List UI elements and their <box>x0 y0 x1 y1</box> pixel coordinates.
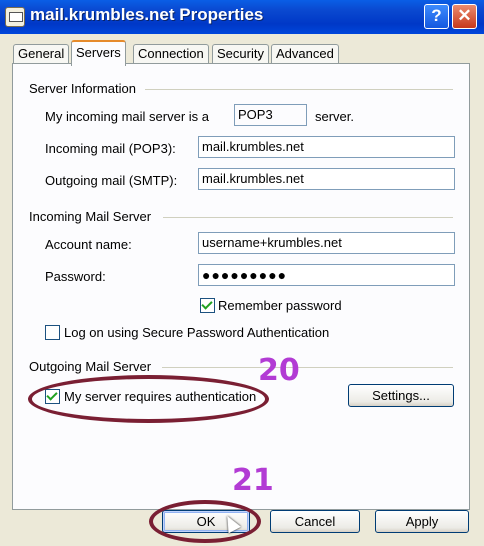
apply-button[interactable]: Apply <box>375 510 469 533</box>
cancel-button[interactable]: Cancel <box>270 510 360 533</box>
ok-highlight-ellipse <box>149 500 261 543</box>
step-21-annotation: 21 <box>232 463 274 498</box>
dialog-buttons: 21 OK Cancel Apply <box>0 0 484 546</box>
properties-dialog: mail.krumbles.net Properties ? ✕ General… <box>0 0 484 546</box>
